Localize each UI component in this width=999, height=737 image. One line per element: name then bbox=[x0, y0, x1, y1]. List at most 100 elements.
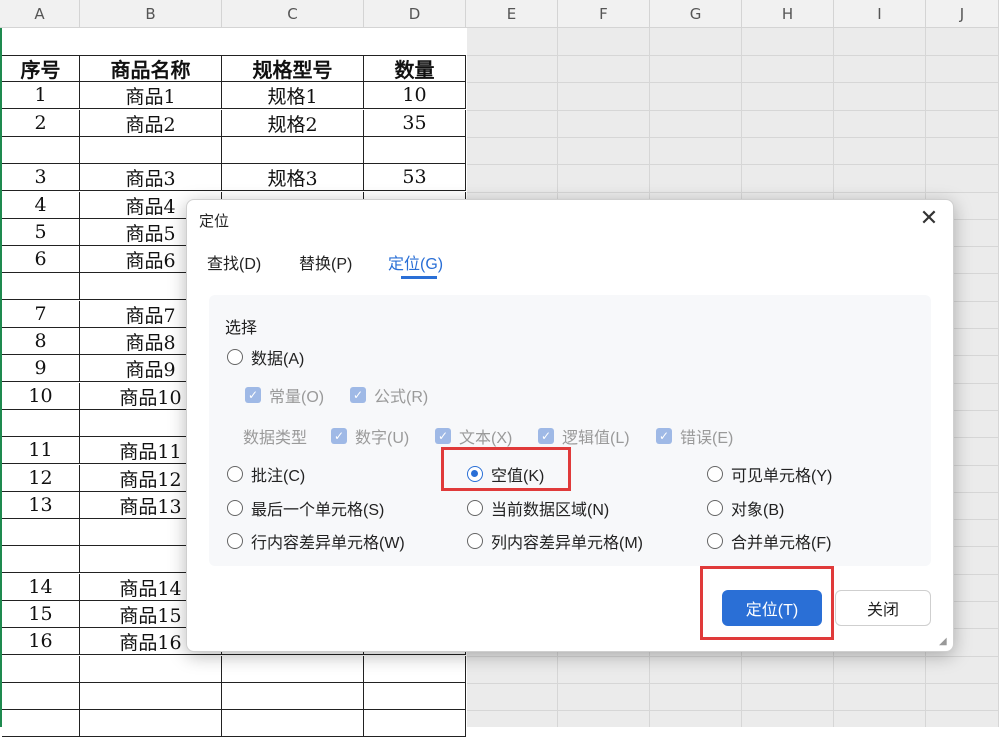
tab-replace[interactable]: 替换(P) bbox=[299, 250, 352, 274]
close-button[interactable]: 关闭 bbox=[835, 590, 931, 626]
checkbox-logical[interactable]: ✓ 逻辑值(L) bbox=[538, 424, 630, 448]
table-cell[interactable] bbox=[2, 410, 80, 437]
table-cell[interactable]: 11 bbox=[2, 437, 80, 464]
radio-blank[interactable]: 空值(K) bbox=[467, 462, 544, 486]
radio-data[interactable]: 数据(A) bbox=[227, 345, 304, 369]
table-cell[interactable] bbox=[364, 710, 466, 737]
table-cell[interactable]: 规格3 bbox=[222, 164, 364, 191]
checkbox-icon: ✓ bbox=[245, 387, 261, 403]
column-header-b[interactable]: B bbox=[80, 0, 222, 28]
checkbox-icon: ✓ bbox=[331, 428, 347, 444]
checkbox-number[interactable]: ✓ 数字(U) bbox=[331, 424, 409, 448]
table-cell[interactable]: 6 bbox=[2, 246, 80, 273]
table-cell[interactable] bbox=[222, 710, 364, 737]
table-cell[interactable] bbox=[364, 137, 466, 164]
radio-selected-icon bbox=[467, 466, 483, 482]
table-header-cell[interactable]: 序号 bbox=[2, 55, 80, 82]
table-cell[interactable]: 10 bbox=[2, 383, 80, 410]
table-cell[interactable] bbox=[364, 656, 466, 683]
table-cell[interactable]: 16 bbox=[2, 628, 80, 655]
table-cell[interactable] bbox=[2, 656, 80, 683]
table-cell[interactable] bbox=[2, 683, 80, 710]
column-header-h[interactable]: H bbox=[742, 0, 834, 28]
table-cell[interactable]: 15 bbox=[2, 601, 80, 628]
column-header-d[interactable]: D bbox=[364, 0, 466, 28]
table-cell[interactable]: 12 bbox=[2, 465, 80, 492]
table-cell[interactable]: 4 bbox=[2, 192, 80, 219]
radio-merged[interactable]: 合并单元格(F) bbox=[707, 529, 831, 553]
radio-objects-label: 对象(B) bbox=[731, 502, 785, 519]
radio-comment[interactable]: 批注(C) bbox=[227, 462, 305, 486]
table-cell[interactable] bbox=[80, 683, 222, 710]
table-header-cell[interactable]: 数量 bbox=[364, 55, 466, 82]
column-header-g[interactable]: G bbox=[650, 0, 742, 28]
table-cell[interactable]: 商品3 bbox=[80, 164, 222, 191]
table-cell[interactable]: 10 bbox=[364, 82, 466, 109]
column-header-j[interactable]: J bbox=[926, 0, 999, 28]
table-cell[interactable]: 2 bbox=[2, 110, 80, 137]
radio-icon bbox=[227, 466, 243, 482]
radio-icon bbox=[227, 500, 243, 516]
radio-objects[interactable]: 对象(B) bbox=[707, 496, 784, 520]
column-header-c[interactable]: C bbox=[222, 0, 364, 28]
checkbox-constant[interactable]: ✓ 常量(O) bbox=[245, 383, 324, 407]
checkbox-number-label: 数字(U) bbox=[355, 430, 410, 447]
table-cell[interactable]: 9 bbox=[2, 355, 80, 382]
active-tab-indicator bbox=[401, 276, 437, 279]
radio-last-cell[interactable]: 最后一个单元格(S) bbox=[227, 496, 384, 520]
radio-icon bbox=[707, 533, 723, 549]
table-cell[interactable] bbox=[222, 656, 364, 683]
radio-icon bbox=[227, 533, 243, 549]
table-cell[interactable] bbox=[2, 273, 80, 300]
table-cell[interactable]: 规格1 bbox=[222, 82, 364, 109]
locate-button[interactable]: 定位(T) bbox=[722, 590, 822, 626]
table-cell[interactable]: 53 bbox=[364, 164, 466, 191]
checkbox-constant-label: 常量(O) bbox=[269, 389, 325, 406]
tab-goto[interactable]: 定位(G) bbox=[388, 250, 443, 274]
table-cell[interactable] bbox=[222, 683, 364, 710]
checkbox-icon: ✓ bbox=[656, 428, 672, 444]
radio-visible-cells[interactable]: 可见单元格(Y) bbox=[707, 462, 832, 486]
table-cell[interactable] bbox=[80, 137, 222, 164]
checkbox-error[interactable]: ✓ 错误(E) bbox=[656, 424, 733, 448]
table-cell[interactable]: 35 bbox=[364, 110, 466, 137]
table-header-cell[interactable]: 商品名称 bbox=[80, 55, 222, 82]
table-cell[interactable]: 7 bbox=[2, 301, 80, 328]
table-cell[interactable]: 8 bbox=[2, 328, 80, 355]
dialog-title: 定位 bbox=[199, 213, 230, 230]
table-cell[interactable]: 14 bbox=[2, 574, 80, 601]
table-cell[interactable] bbox=[2, 710, 80, 737]
data-type-label: 数据类型 bbox=[243, 430, 308, 447]
radio-row-diff[interactable]: 行内容差异单元格(W) bbox=[227, 529, 405, 553]
column-header-e[interactable]: E bbox=[466, 0, 558, 28]
radio-blank-label: 空值(K) bbox=[491, 468, 545, 485]
column-header-a[interactable]: A bbox=[0, 0, 80, 28]
table-cell[interactable] bbox=[80, 710, 222, 737]
table-cell[interactable] bbox=[80, 656, 222, 683]
resize-grip-icon[interactable]: ◢ bbox=[939, 637, 949, 647]
close-icon[interactable]: ✕ bbox=[917, 206, 941, 230]
table-cell[interactable]: 商品2 bbox=[80, 110, 222, 137]
table-cell[interactable]: 13 bbox=[2, 492, 80, 519]
radio-icon bbox=[227, 349, 243, 365]
radio-col-diff[interactable]: 列内容差异单元格(M) bbox=[467, 529, 643, 553]
table-cell[interactable]: 商品1 bbox=[80, 82, 222, 109]
checkbox-formula[interactable]: ✓ 公式(R) bbox=[350, 383, 428, 407]
radio-current-region[interactable]: 当前数据区域(N) bbox=[467, 496, 609, 520]
table-cell[interactable] bbox=[364, 683, 466, 710]
checkbox-text[interactable]: ✓ 文本(X) bbox=[435, 424, 512, 448]
table-cell[interactable] bbox=[2, 137, 80, 164]
table-header-cell[interactable]: 规格型号 bbox=[222, 55, 364, 82]
table-cell[interactable]: 5 bbox=[2, 219, 80, 246]
table-cell[interactable] bbox=[222, 137, 364, 164]
table-cell[interactable] bbox=[2, 546, 80, 573]
section-label: 选择 bbox=[225, 320, 258, 337]
column-header-f[interactable]: F bbox=[558, 0, 650, 28]
tab-find[interactable]: 查找(D) bbox=[207, 250, 261, 274]
table-cell[interactable]: 规格2 bbox=[222, 110, 364, 137]
radio-data-label: 数据(A) bbox=[251, 351, 305, 368]
table-cell[interactable]: 1 bbox=[2, 82, 80, 109]
column-header-i[interactable]: I bbox=[834, 0, 926, 28]
table-cell[interactable] bbox=[2, 519, 80, 546]
table-cell[interactable]: 3 bbox=[2, 164, 80, 191]
